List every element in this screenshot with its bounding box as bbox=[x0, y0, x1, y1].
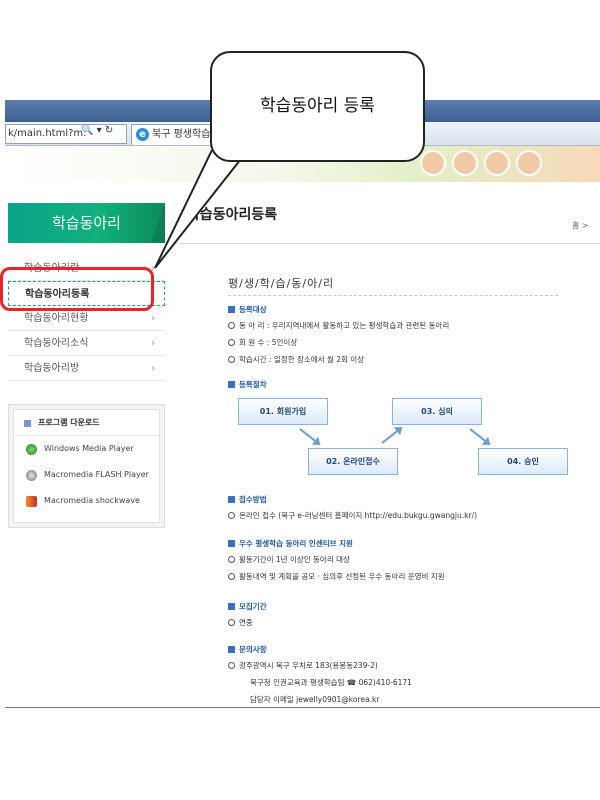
list-item-text: 동 아 리 : 우리지역내에서 활동하고 있는 평생학습과 관련된 동아리 bbox=[239, 321, 450, 330]
flash-player-icon bbox=[26, 470, 37, 481]
square-bullet-icon bbox=[228, 603, 235, 610]
internet-explorer-icon: e bbox=[136, 128, 149, 141]
divider bbox=[228, 295, 558, 296]
chevron-right-icon: › bbox=[151, 338, 155, 349]
square-bullet-icon bbox=[228, 646, 235, 653]
section-heading-text: 등록절차 bbox=[239, 380, 267, 389]
list-item: 연중 bbox=[228, 614, 267, 631]
shockwave-icon bbox=[26, 496, 37, 507]
sidebar-item-label: 학습동아리현황 bbox=[24, 313, 89, 324]
circle-bullet-icon bbox=[228, 662, 235, 669]
home-link[interactable]: 홈 > bbox=[572, 220, 589, 231]
download-flash-player[interactable]: Macromedia FLASH Player bbox=[14, 462, 159, 488]
section-heading: 등록절차 bbox=[228, 378, 267, 392]
square-bullet-icon bbox=[228, 381, 235, 388]
section-heading-text: 접수방법 bbox=[239, 495, 267, 504]
circle-bullet-icon bbox=[228, 356, 235, 363]
list-item: 학습시간 : 일정한 장소에서 월 2회 이상 bbox=[228, 351, 449, 368]
bullet-icon bbox=[24, 420, 31, 427]
contact-email[interactable]: 담당자 이메일 jewelly0901@korea.kr bbox=[228, 691, 412, 708]
step-online-application: 02. 온라인접수 bbox=[308, 448, 398, 475]
circle-bullet-icon bbox=[228, 512, 235, 519]
download-windows-media[interactable]: Windows Media Player bbox=[14, 436, 159, 462]
section-heading: 접수방법 bbox=[228, 493, 477, 507]
list-item: 활동기간이 1년 이상인 동아리 대상 bbox=[228, 551, 445, 568]
list-item-text: 연중 bbox=[239, 618, 253, 627]
section-heading-text: 모집기간 bbox=[239, 602, 267, 611]
list-item-text: 온라인 접수 (북구 e-러닝센터 홈페이지 http://edu.bukgu.… bbox=[239, 511, 478, 520]
square-bullet-icon bbox=[228, 496, 235, 503]
sidebar-title: 학습동아리 bbox=[8, 203, 165, 243]
divider bbox=[5, 707, 600, 708]
section-method: 접수방법 온라인 접수 (북구 e-러닝센터 홈페이지 http://edu.b… bbox=[228, 493, 477, 524]
section-heading: 모집기간 bbox=[228, 600, 267, 614]
circle-bullet-icon bbox=[228, 322, 235, 329]
section-heading-text: 우수 평생학습 동아리 인센티브 지원 bbox=[239, 539, 353, 548]
square-bullet-icon bbox=[228, 306, 235, 313]
step-review: 03. 심의 bbox=[392, 398, 482, 425]
callout-tail bbox=[154, 150, 250, 269]
list-item: 동 아 리 : 우리지역내에서 활동하고 있는 평생학습과 관련된 동아리 bbox=[228, 317, 449, 334]
list-item-text: 학습시간 : 일정한 장소에서 월 2회 이상 bbox=[239, 355, 365, 364]
section-heading-text: 문의사항 bbox=[239, 645, 267, 654]
banner-illustration bbox=[420, 150, 590, 182]
section-heading: 등록대상 bbox=[228, 303, 449, 317]
chevron-right-icon: › bbox=[151, 313, 155, 324]
windows-media-icon bbox=[26, 444, 37, 455]
banner-child-image bbox=[484, 150, 510, 176]
banner-child-image bbox=[516, 150, 542, 176]
sub-title: 평/생/학/습/동/아/리 bbox=[228, 277, 335, 290]
step-signup: 01. 회원가입 bbox=[238, 398, 328, 425]
browser-tab-title: 북구 평생학습 bbox=[152, 129, 211, 140]
list-item-text: 활동기간이 1년 이상인 동아리 대상 bbox=[239, 555, 350, 564]
banner-child-image bbox=[420, 150, 446, 176]
callout-bubble: 학습동아리 등록 bbox=[210, 51, 425, 162]
circle-bullet-icon bbox=[228, 339, 235, 346]
address-text: k/main.html?m: bbox=[8, 128, 87, 139]
section-contact: 문의사항 광주광역시 북구 우치로 183(용봉동239-2) 북구청 인권교육… bbox=[228, 643, 412, 708]
section-target: 등록대상 동 아 리 : 우리지역내에서 활동하고 있는 평생학습과 관련된 동… bbox=[228, 303, 449, 368]
list-item: 회 원 수 : 5인이상 bbox=[228, 334, 449, 351]
list-item-text: 활동내역 및 계획을 공모 · 심의후 선정된 우수 동아리 운영비 지원 bbox=[239, 572, 445, 581]
section-procedure: 등록절차 bbox=[228, 378, 267, 392]
download-label: Windows Media Player bbox=[44, 444, 134, 453]
circle-bullet-icon bbox=[228, 619, 235, 626]
section-period: 모집기간 연중 bbox=[228, 600, 267, 631]
program-download-panel: 프로그램 다운로드 Windows Media Player Macromedi… bbox=[13, 409, 160, 523]
highlight-annotation bbox=[0, 267, 154, 311]
sidebar-item-label: 학습동아리소식 bbox=[24, 338, 89, 349]
section-heading: 문의사항 bbox=[228, 643, 412, 657]
section-incentive: 우수 평생학습 동아리 인센티브 지원 활동기간이 1년 이상인 동아리 대상 … bbox=[228, 537, 445, 585]
contact-phone: 북구청 인권교육과 평생학습팀 ☎ 062)410-6171 bbox=[250, 678, 412, 687]
download-label: Macromedia shockwave bbox=[44, 496, 140, 505]
program-download-heading: 프로그램 다운로드 bbox=[14, 410, 159, 436]
arrow-down-right-icon bbox=[469, 428, 490, 445]
section-heading: 우수 평생학습 동아리 인센티브 지원 bbox=[228, 537, 445, 551]
list-item-text: 광주광역시 북구 우치로 183(용봉동239-2) bbox=[239, 661, 378, 670]
section-heading-text: 등록대상 bbox=[239, 305, 267, 314]
list-item: 온라인 접수 (북구 e-러닝센터 홈페이지 http://edu.bukgu.… bbox=[228, 507, 477, 524]
sidebar-item-room[interactable]: 학습동아리방 › bbox=[8, 356, 165, 381]
sidebar-item-label: 학습동아리방 bbox=[24, 363, 80, 374]
program-download-box: 프로그램 다운로드 Windows Media Player Macromedi… bbox=[8, 404, 165, 528]
download-shockwave[interactable]: Macromedia shockwave bbox=[14, 488, 159, 514]
arrow-up-right-icon bbox=[381, 427, 402, 444]
download-label: Macromedia FLASH Player bbox=[44, 470, 149, 479]
program-download-title: 프로그램 다운로드 bbox=[38, 418, 100, 427]
circle-bullet-icon bbox=[228, 556, 235, 563]
list-item: 광주광역시 북구 우치로 183(용봉동239-2) bbox=[228, 657, 412, 674]
list-item: 활동내역 및 계획을 공모 · 심의후 선정된 우수 동아리 운영비 지원 bbox=[228, 568, 445, 585]
search-refresh-icons[interactable]: 🔍 ▾ ↻ bbox=[81, 125, 113, 136]
arrow-down-right-icon bbox=[299, 428, 320, 445]
step-approval: 04. 승인 bbox=[478, 448, 568, 475]
square-bullet-icon bbox=[228, 540, 235, 547]
circle-bullet-icon bbox=[228, 573, 235, 580]
sidebar-item-news[interactable]: 학습동아리소식 › bbox=[8, 331, 165, 356]
banner-child-image bbox=[452, 150, 478, 176]
list-item-text: 회 원 수 : 5인이상 bbox=[239, 338, 298, 347]
chevron-right-icon: › bbox=[151, 363, 155, 374]
